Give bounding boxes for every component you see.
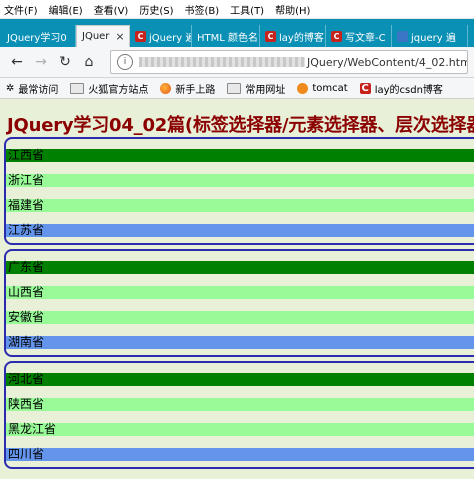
folder-icon: [70, 82, 85, 94]
csdn-icon: C: [265, 30, 276, 42]
bookmark-firefox-official[interactable]: 火狐官方站点: [70, 81, 148, 96]
tab-label: lay的博客: [279, 32, 324, 44]
tab-jquery-study[interactable]: JQuery学习0: [2, 25, 76, 47]
list-item: 河北省: [6, 373, 474, 386]
firefox-icon: [160, 82, 172, 94]
navigation-bar: ← → ↻ ⌂ i JQuery/WebContent/4_02.html: [0, 47, 474, 78]
list-item: 福建省: [6, 199, 474, 212]
tab-html-colors[interactable]: HTML 颜色名: [192, 25, 260, 47]
tab-jquery-traverse[interactable]: C jQuery 遍: [130, 25, 192, 47]
info-icon[interactable]: i: [117, 54, 133, 70]
menu-edit[interactable]: 编辑(E): [49, 2, 83, 17]
url-bar[interactable]: i JQuery/WebContent/4_02.html: [110, 50, 468, 74]
bookmark-most-visited[interactable]: ✲ 最常访问: [6, 81, 58, 96]
list-item: 黑龙江省: [6, 423, 474, 436]
list-item: 浙江省: [6, 174, 474, 187]
back-button[interactable]: ←: [6, 51, 28, 73]
forward-button[interactable]: →: [30, 51, 52, 73]
list-item: 陕西省: [6, 398, 474, 411]
tab-label: HTML 颜色名: [197, 32, 259, 44]
bookmark-common-sites[interactable]: 常用网址: [227, 81, 285, 96]
menu-bookmarks[interactable]: 书签(B): [185, 2, 220, 17]
menu-history[interactable]: 历史(S): [139, 2, 173, 17]
tab-label: jQuery 遍: [149, 32, 192, 44]
tab-label: 写文章-C: [345, 32, 386, 44]
province-group-3: 河北省 陕西省 黑龙江省 四川省: [4, 361, 474, 469]
list-item: 湖南省: [6, 336, 474, 349]
tab-write-article[interactable]: C 写文章-C: [326, 25, 392, 47]
menu-bar: 文件(F) 编辑(E) 查看(V) 历史(S) 书签(B) 工具(T) 帮助(H…: [0, 0, 474, 19]
csdn-icon: C: [331, 30, 342, 42]
bookmarks-toolbar: ✲ 最常访问 火狐官方站点 新手上路 常用网址 tomcat C lay的csd…: [0, 78, 474, 99]
bookmark-label: lay的csdn博客: [374, 84, 443, 96]
list-item: 江西省: [6, 149, 474, 162]
url-text: JQuery/WebContent/4_02.html: [307, 55, 468, 69]
gear-icon: ✲: [6, 82, 15, 94]
bookmark-tomcat[interactable]: tomcat: [297, 82, 348, 94]
province-group-1: 江西省 浙江省 福建省 江苏省: [4, 137, 474, 245]
tab-bar: JQuery学习0 JQuer × C jQuery 遍 HTML 颜色名 C …: [0, 19, 474, 47]
close-icon[interactable]: ×: [115, 30, 124, 43]
tab-lay-blog[interactable]: C lay的博客: [260, 25, 326, 47]
page-content: JQuery学习04_02篇(标签选择器/元素选择器、层次选择器) 江西省 浙江…: [0, 99, 474, 479]
bookmark-label: 新手上路: [175, 84, 216, 96]
list-item: 江苏省: [6, 224, 474, 237]
bookmark-lay-csdn[interactable]: C lay的csdn博客: [359, 81, 443, 96]
tab-jquery-traverse-2[interactable]: jquery 遍: [392, 25, 468, 47]
list-item: 安徽省: [6, 311, 474, 324]
csdn-icon: C: [359, 82, 371, 94]
home-button[interactable]: ⌂: [78, 51, 100, 73]
list-item: 广东省: [6, 261, 474, 274]
list-item: 山西省: [6, 286, 474, 299]
bookmark-label: 火狐官方站点: [88, 84, 149, 96]
bookmark-label: 常用网址: [245, 84, 286, 96]
menu-tools[interactable]: 工具(T): [230, 2, 264, 17]
tab-label: jquery 遍: [411, 32, 456, 44]
bookmark-label: 最常访问: [18, 84, 59, 96]
province-group-2: 广东省 山西省 安徽省 湖南省: [4, 249, 474, 357]
menu-help[interactable]: 帮助(H): [275, 2, 310, 17]
folder-icon: [227, 82, 242, 94]
bookmark-label: tomcat: [312, 82, 348, 94]
menu-view[interactable]: 查看(V): [94, 2, 129, 17]
tomcat-icon: [297, 82, 309, 94]
bookmark-getting-started[interactable]: 新手上路: [160, 81, 215, 96]
menu-file[interactable]: 文件(F): [4, 2, 38, 17]
tab-label: JQuery学习0: [7, 32, 67, 44]
tab-label: JQuer: [82, 31, 110, 42]
redacted-url-part: [139, 57, 305, 67]
page-title: JQuery学习04_02篇(标签选择器/元素选择器、层次选择器): [7, 115, 474, 136]
page-icon: [397, 30, 408, 42]
list-item: 四川省: [6, 448, 474, 461]
tab-jquery-active[interactable]: JQuer ×: [76, 25, 130, 47]
csdn-icon: C: [135, 30, 146, 42]
reload-button[interactable]: ↻: [54, 51, 76, 73]
